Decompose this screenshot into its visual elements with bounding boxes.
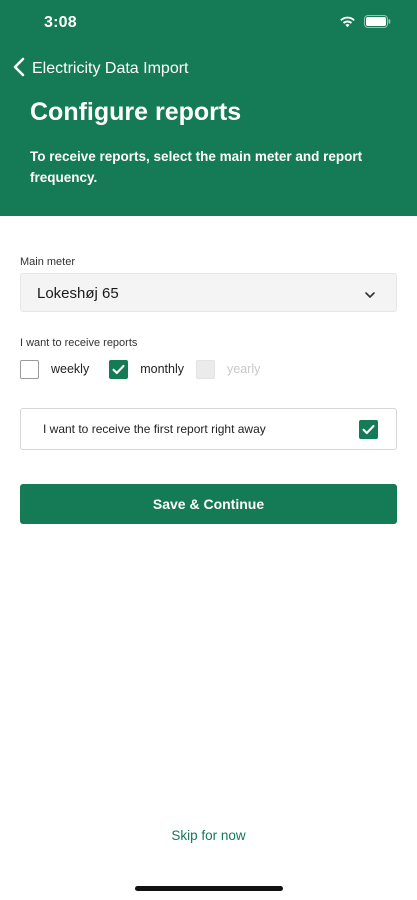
- first-report-checkbox[interactable]: [359, 420, 378, 439]
- yearly-checkbox: [196, 359, 215, 379]
- back-button[interactable]: Electricity Data Import: [12, 56, 188, 82]
- header: 3:08 Electricity Data Import Configure r…: [0, 0, 417, 216]
- weekly-option[interactable]: weekly: [20, 359, 90, 379]
- skip-link[interactable]: Skip for now: [0, 828, 417, 843]
- back-label: Electricity Data Import: [32, 60, 189, 77]
- monthly-option[interactable]: monthly: [109, 359, 184, 379]
- status-bar: 3:08: [0, 0, 417, 46]
- save-continue-button[interactable]: Save & Continue: [20, 484, 397, 524]
- checkmark-icon: [112, 364, 125, 374]
- wifi-icon: [339, 15, 356, 33]
- chevron-left-icon: [12, 57, 26, 82]
- first-report-label: I want to receive the first report right…: [43, 422, 266, 436]
- battery-icon: [364, 15, 391, 33]
- frequency-label: I want to receive reports: [20, 337, 138, 349]
- page-title: Configure reports: [30, 98, 242, 126]
- main-meter-value: Lokeshøj 65: [37, 285, 119, 302]
- checkmark-icon: [362, 424, 375, 435]
- chevron-down-icon: [364, 287, 376, 305]
- main-meter-label: Main meter: [20, 256, 76, 268]
- main-meter-select[interactable]: Lokeshøj 65: [20, 273, 397, 312]
- status-icons: [339, 15, 391, 33]
- home-indicator: [135, 886, 283, 891]
- frequency-options: weekly monthly yearly: [20, 358, 260, 380]
- page-subtitle: To receive reports, select the main mete…: [30, 149, 363, 185]
- yearly-option: yearly: [196, 359, 261, 379]
- monthly-label: monthly: [140, 362, 184, 376]
- weekly-checkbox[interactable]: [20, 359, 39, 379]
- monthly-checkbox[interactable]: [109, 359, 129, 379]
- status-time: 3:08: [44, 14, 77, 31]
- yearly-label: yearly: [227, 362, 261, 376]
- weekly-label: weekly: [51, 362, 90, 376]
- first-report-row[interactable]: I want to receive the first report right…: [20, 408, 397, 450]
